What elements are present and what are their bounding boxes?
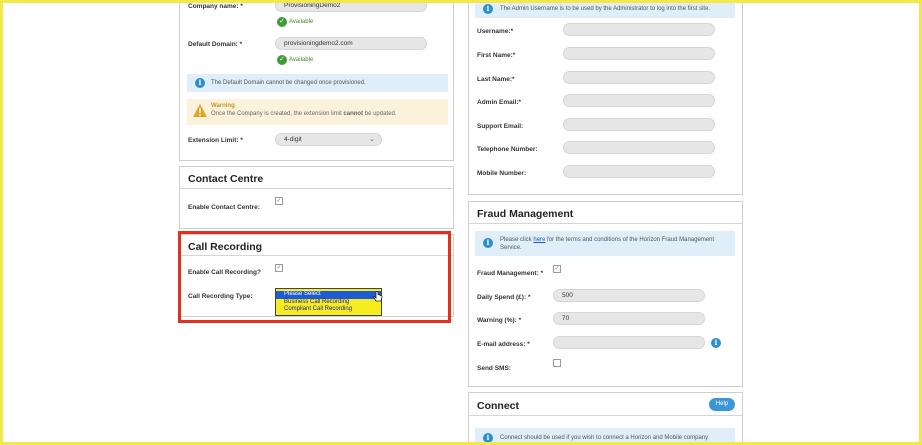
extension-limit-label: Extension Limit: *: [188, 137, 243, 144]
default-domain-available: Available: [289, 57, 314, 63]
help-button[interactable]: Help: [709, 398, 735, 411]
daily-spend-label: Daily Spend (£): *: [477, 294, 531, 301]
connect-info-text: Connect should be used if you wish to co…: [500, 435, 709, 441]
terms-link[interactable]: here: [533, 237, 545, 243]
send-sms-checkbox[interactable]: [553, 359, 561, 367]
fraud-info-text: Please click here for the terms and cond…: [500, 237, 715, 251]
info-icon: i: [483, 433, 493, 442]
divider: [469, 223, 742, 224]
mobile-label: Mobile Number:: [477, 170, 527, 177]
fraud-email-input[interactable]: [553, 336, 705, 349]
enable-contact-centre-label: Enable Contact Centre:: [188, 204, 260, 211]
info-icon: i: [483, 4, 493, 14]
fraud-management-label: Fraud Management: *: [477, 270, 544, 277]
default-domain-input[interactable]: provisioningdemo2.com: [275, 37, 427, 50]
company-name-label: Company name: *: [188, 3, 243, 10]
contact-centre-title: Contact Centre: [188, 173, 264, 185]
fraud-management-panel: Fraud Management i Please click here for…: [468, 201, 743, 387]
enable-contact-centre-checkbox[interactable]: ✓: [275, 197, 283, 205]
default-domain-label: Default Domain: *: [188, 41, 243, 48]
fraud-email-label: E-mail address: *: [477, 341, 530, 348]
info-icon[interactable]: i: [711, 338, 721, 348]
support-email-label: Support Email:: [477, 123, 524, 130]
send-sms-label: Send SMS:: [477, 365, 511, 372]
contact-centre-panel: Contact Centre Enable Contact Centre: ✓: [179, 166, 454, 229]
domain-info-box: i The Default Domain cannot be changed o…: [187, 74, 448, 92]
admin-info-box: i The Admin Username is to be used by th…: [475, 3, 735, 18]
available-check-icon: ✓: [277, 17, 287, 27]
username-input[interactable]: [563, 23, 715, 36]
domain-info-text: The Default Domain cannot be changed onc…: [211, 80, 366, 86]
first-name-label: First Name:*: [477, 52, 516, 59]
highlight-box: [178, 231, 451, 323]
admin-email-input[interactable]: [563, 94, 715, 107]
warning-title: Warning: [211, 103, 235, 109]
divider: [180, 188, 453, 189]
page-canvas: Company name: * ProvisioningDemo2 ✓ Avai…: [3, 3, 919, 442]
divider: [469, 415, 742, 416]
telephone-label: Telephone Number:: [477, 146, 538, 153]
mobile-input[interactable]: [563, 165, 715, 178]
connect-title: Connect: [477, 400, 519, 412]
last-name-label: Last Name:*: [477, 76, 515, 83]
support-email-input[interactable]: [563, 118, 715, 131]
fraud-management-checkbox[interactable]: ✓: [553, 265, 561, 273]
warning-box: Warning Once the Company is created, the…: [187, 99, 448, 125]
info-icon: i: [483, 238, 493, 248]
daily-spend-input[interactable]: 500: [553, 289, 705, 302]
fraud-info-box: i Please click here for the terms and co…: [475, 231, 735, 256]
admin-panel: i The Admin Username is to be used by th…: [468, 3, 743, 195]
fraud-management-title: Fraud Management: [477, 208, 574, 220]
company-panel: Company name: * ProvisioningDemo2 ✓ Avai…: [179, 3, 454, 161]
admin-info-text: The Admin Username is to be used by the …: [500, 6, 711, 12]
extension-limit-select[interactable]: 4-digit ⌄: [275, 133, 382, 146]
company-name-available: Available: [289, 19, 314, 25]
warning-text: Once the Company is created, the extensi…: [211, 111, 397, 117]
first-name-input[interactable]: [563, 47, 715, 60]
username-label: Username:*: [477, 28, 514, 35]
last-name-input[interactable]: [563, 71, 715, 84]
info-icon: i: [195, 78, 205, 88]
company-name-input[interactable]: ProvisioningDemo2: [275, 3, 427, 12]
warning-percent-input[interactable]: 70: [553, 312, 705, 325]
chevron-down-icon: ⌄: [369, 136, 375, 143]
admin-email-label: Admin Email:*: [477, 99, 522, 106]
warning-percent-label: Warning (%): *: [477, 317, 522, 324]
connect-info-box: i Connect should be used if you wish to …: [475, 428, 735, 442]
connect-panel: Connect Help i Connect should be used if…: [468, 392, 743, 442]
available-check-icon: ✓: [277, 55, 287, 65]
telephone-input[interactable]: [563, 141, 715, 154]
warning-icon: [193, 104, 207, 117]
